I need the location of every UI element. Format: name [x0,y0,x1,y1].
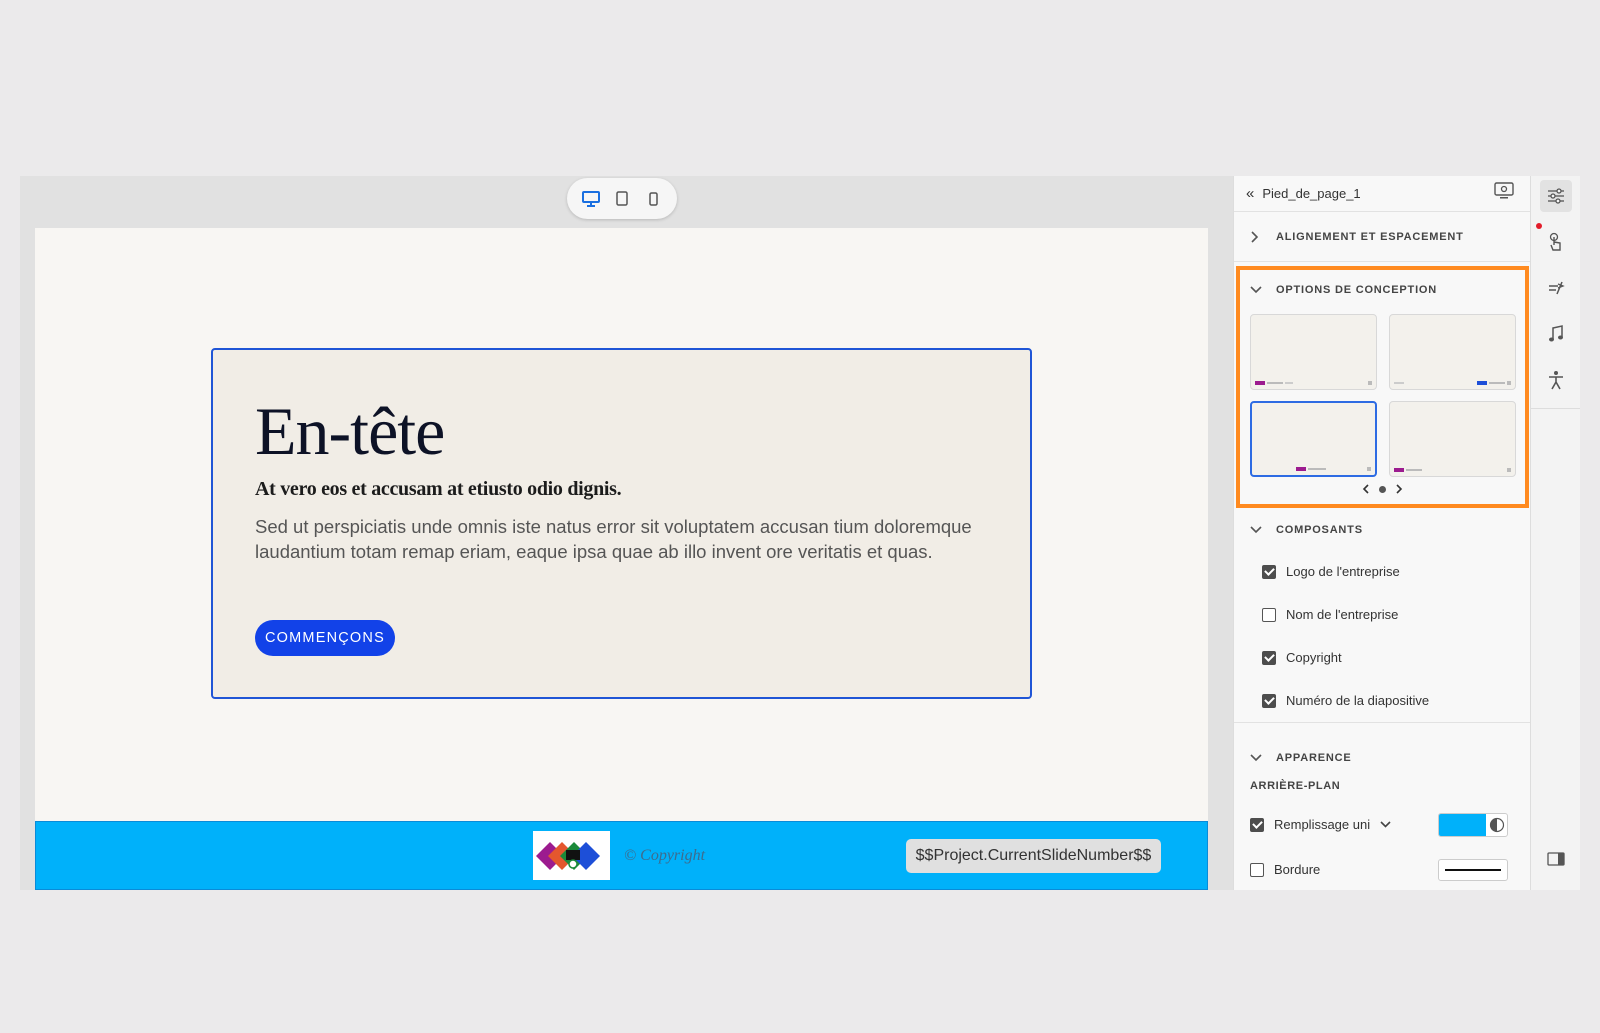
fill-color [1439,813,1486,836]
slide-footer[interactable]: © Copyright $$Project.CurrentSlideNumber… [35,821,1208,890]
slide-canvas[interactable]: En-tête At vero eos et accusam at etiust… [35,228,1208,890]
border-label: Bordure [1274,862,1321,877]
sliders-icon [1548,188,1564,204]
background-label: ARRIÈRE-PLAN [1250,780,1341,792]
component-label: Copyright [1286,650,1342,665]
footer-copyright: © Copyright [624,847,706,864]
accessibility-tab[interactable] [1540,364,1572,396]
slide-subtitle: At vero eos et accusam at etiusto odio d… [255,478,622,500]
border-style-swatch[interactable] [1438,858,1508,881]
components-section: COMPOSANTS Logo de l'entreprise Nom de l… [1234,510,1531,722]
logo-icon [535,841,600,870]
fill-color-swatch[interactable] [1438,812,1508,837]
section-alignment[interactable]: ALIGNEMENT ET ESPACEMENT [1234,212,1530,262]
design-option-4[interactable] [1389,401,1516,477]
chevron-right-icon [1250,230,1264,243]
pager-prev-icon[interactable] [1362,482,1369,497]
design-option-3[interactable] [1250,401,1377,477]
audio-tab[interactable] [1540,318,1572,350]
component-label: Numéro de la diapositive [1286,693,1430,708]
pager-next-icon[interactable] [1396,482,1403,497]
tablet-view-button[interactable] [608,185,636,213]
checkbox[interactable] [1262,693,1276,708]
mobile-view-button[interactable] [639,185,667,213]
chevron-down-icon [1250,286,1264,294]
section-label: OPTIONS DE CONCEPTION [1276,284,1438,296]
divider [1531,408,1580,409]
device-toggle [567,178,677,219]
section-label: APPARENCE [1276,752,1352,764]
company-logo [533,831,610,880]
desktop-view-button[interactable] [577,185,605,213]
component-label: Nom de l'entreprise [1286,607,1399,622]
divider [1234,722,1531,723]
design-thumbnails [1250,314,1516,477]
component-company-name[interactable]: Nom de l'entreprise [1234,593,1531,636]
component-slide-number[interactable]: Numéro de la diapositive [1234,679,1531,722]
checkbox[interactable] [1262,607,1276,622]
opacity-icon[interactable] [1486,814,1507,836]
solid-fill-row[interactable]: Remplissage uni [1234,802,1531,847]
component-copyright[interactable]: Copyright [1234,636,1531,679]
motion-icon [1549,281,1565,295]
section-appearance[interactable]: APPARENCE [1234,736,1531,780]
design-options-section: OPTIONS DE CONCEPTION [1236,266,1529,508]
desktop-icon [581,190,600,207]
design-pager [1240,482,1525,497]
pager-dot[interactable] [1379,486,1386,493]
chevron-down-icon[interactable] [1380,821,1391,828]
header-card[interactable]: En-tête At vero eos et accusam at etiust… [211,348,1032,699]
right-toolbar [1530,176,1580,890]
collapse-panel-icon[interactable]: « [1246,185,1254,202]
checkbox[interactable] [1262,564,1276,579]
interactions-tab[interactable] [1540,226,1572,258]
panel-icon [1547,852,1565,866]
component-logo[interactable]: Logo de l'entreprise [1234,550,1531,593]
chevron-down-icon [1250,526,1264,534]
checkbox[interactable] [1262,650,1276,665]
preview-icon[interactable] [1494,182,1514,205]
design-option-1[interactable] [1250,314,1377,390]
component-label: Logo de l'entreprise [1286,564,1400,579]
app-window: En-tête At vero eos et accusam at etiust… [20,176,1580,890]
tablet-icon [616,191,628,206]
start-button[interactable]: COMMENÇONS [255,620,395,656]
appearance-section: APPARENCE ARRIÈRE-PLAN Remplissage uni B… [1234,736,1531,890]
properties-panel: « Pied_de_page_1 ALIGNEMENT ET ESPACEMEN… [1233,176,1531,890]
slide-title: En-tête [255,393,445,469]
checkbox[interactable] [1250,817,1264,832]
section-design-options[interactable]: OPTIONS DE CONCEPTION [1240,270,1525,310]
toggle-panel-button[interactable] [1540,843,1572,875]
chevron-down-icon [1250,754,1264,762]
animations-tab[interactable] [1540,272,1572,304]
properties-tab[interactable] [1540,180,1572,212]
section-label: COMPOSANTS [1276,524,1363,536]
panel-title: Pied_de_page_1 [1262,186,1361,201]
accessibility-icon [1549,371,1563,390]
checkbox[interactable] [1250,862,1264,877]
canvas-area: En-tête At vero eos et accusam at etiust… [20,176,1233,890]
section-components[interactable]: COMPOSANTS [1234,510,1531,550]
footer-slide-number: $$Project.CurrentSlideNumber$$ [906,839,1161,873]
music-note-icon [1549,325,1563,342]
design-option-2[interactable] [1389,314,1516,390]
slide-body-text: Sed ut perspiciatis unde omnis iste natu… [255,516,972,562]
panel-header: « Pied_de_page_1 [1234,176,1530,212]
mobile-icon [649,191,658,206]
fill-label: Remplissage uni [1274,817,1371,832]
section-label: ALIGNEMENT ET ESPACEMENT [1276,230,1464,243]
border-row[interactable]: Bordure [1234,847,1531,890]
touch-icon [1549,232,1561,251]
